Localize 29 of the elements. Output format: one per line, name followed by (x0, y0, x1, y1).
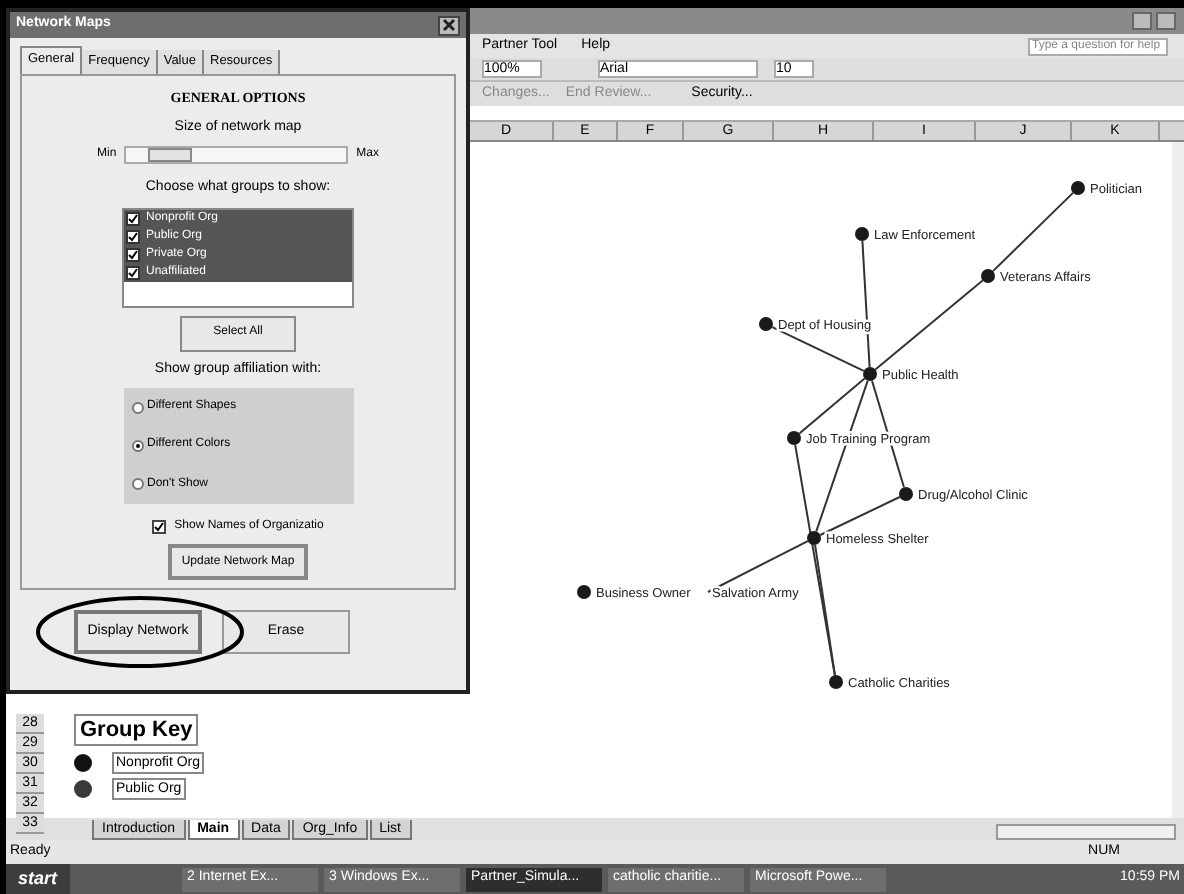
close-icon[interactable] (438, 15, 460, 35)
group-key-title: Group Key (74, 714, 199, 746)
start-button[interactable]: start (6, 864, 70, 894)
node-dot (855, 227, 869, 241)
node-dot (787, 431, 801, 445)
radio-button[interactable] (131, 401, 143, 414)
node-dot (807, 531, 821, 545)
node-dot (1071, 181, 1085, 195)
checkbox[interactable] (126, 211, 140, 225)
radio-button[interactable] (131, 478, 143, 491)
node-dot (981, 269, 995, 283)
node-dot (863, 367, 877, 381)
radio-button[interactable] (131, 439, 143, 452)
checkbox[interactable] (126, 265, 140, 279)
node-dot (759, 317, 773, 331)
node-dot (829, 675, 843, 689)
node-dot (577, 585, 591, 599)
slider-thumb[interactable] (148, 148, 193, 162)
minimize-icon[interactable] (1132, 12, 1152, 30)
node-dot (899, 487, 913, 501)
scroll-bar[interactable] (1172, 142, 1184, 818)
size-slider[interactable] (124, 146, 349, 164)
checkbox[interactable] (126, 229, 140, 243)
connector-line (992, 191, 1074, 273)
checkbox[interactable] (152, 520, 167, 534)
restore-icon[interactable] (1156, 12, 1176, 30)
checkbox[interactable] (126, 247, 140, 261)
connector-line (874, 279, 984, 371)
horizontal-scroll-bar[interactable] (996, 824, 1176, 840)
